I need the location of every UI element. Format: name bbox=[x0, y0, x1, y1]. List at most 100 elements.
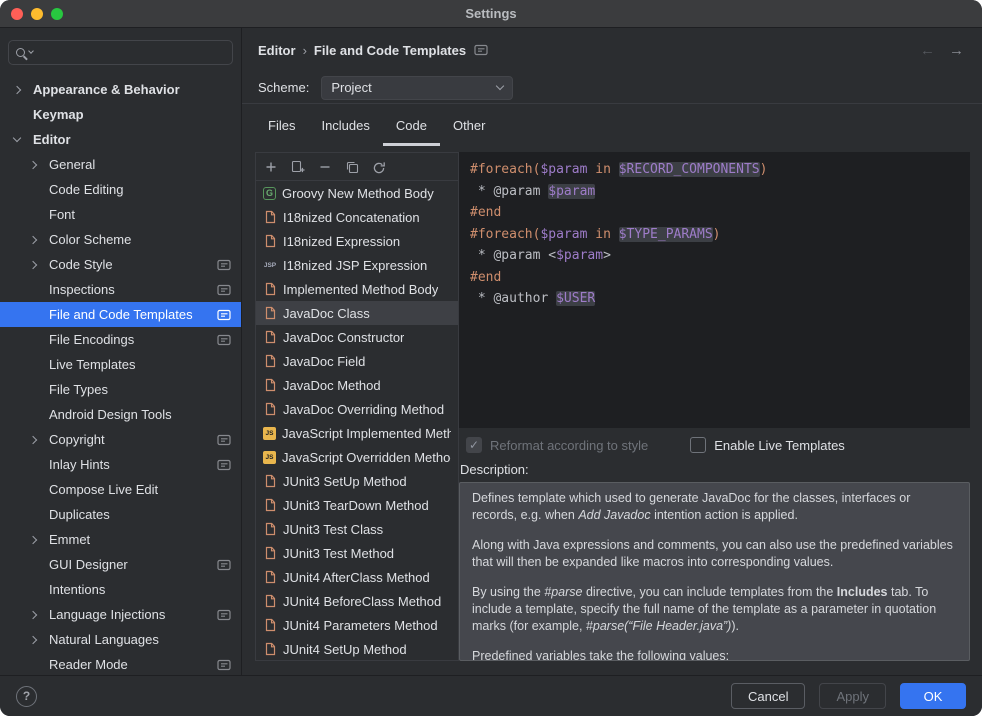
tab-code[interactable]: Code bbox=[383, 104, 440, 146]
chevron-right-icon[interactable] bbox=[30, 537, 49, 543]
sidebar-item-general[interactable]: General bbox=[0, 152, 241, 177]
template-item-junit3-test-class[interactable]: JUnit3 Test Class bbox=[256, 517, 458, 541]
enable-live-templates-checkbox[interactable] bbox=[690, 437, 706, 453]
description-text: Defines template which used to generate … bbox=[459, 482, 970, 661]
sidebar-item-file-encodings[interactable]: File Encodings bbox=[0, 327, 241, 352]
sidebar-item-label: Font bbox=[49, 207, 75, 222]
sidebar-item-label: Keymap bbox=[33, 107, 84, 122]
sidebar-item-intentions[interactable]: Intentions bbox=[0, 577, 241, 602]
template-code-editor[interactable]: #foreach($param in $RECORD_COMPONENTS) *… bbox=[459, 152, 970, 428]
template-item-junit3-test-method[interactable]: JUnit3 Test Method bbox=[256, 541, 458, 565]
template-item-i18nized-jsp-expression[interactable]: JSPI18nized JSP Expression bbox=[256, 253, 458, 277]
sidebar-item-inlay-hints[interactable]: Inlay Hints bbox=[0, 452, 241, 477]
chevron-right-icon[interactable] bbox=[30, 637, 49, 643]
sidebar-item-android-design-tools[interactable]: Android Design Tools bbox=[0, 402, 241, 427]
sidebar-item-natural-languages[interactable]: Natural Languages bbox=[0, 627, 241, 652]
sidebar-item-label: GUI Designer bbox=[49, 557, 128, 572]
template-item-i18nized-expression[interactable]: I18nized Expression bbox=[256, 229, 458, 253]
jsp-file-icon: JSP bbox=[263, 258, 277, 272]
template-item-junit4-afterclass-method[interactable]: JUnit4 AfterClass Method bbox=[256, 565, 458, 589]
sidebar-item-label: Live Templates bbox=[49, 357, 135, 372]
zoom-window-button[interactable] bbox=[51, 8, 63, 20]
screen-icon bbox=[211, 284, 231, 296]
enable-live-templates-label: Enable Live Templates bbox=[714, 438, 845, 453]
minimize-window-button[interactable] bbox=[31, 8, 43, 20]
settings-search-input[interactable] bbox=[38, 44, 225, 61]
sidebar-item-compose-live-edit[interactable]: Compose Live Edit bbox=[0, 477, 241, 502]
back-arrow-icon[interactable]: ← bbox=[920, 42, 935, 59]
template-item-implemented-method-body[interactable]: Implemented Method Body bbox=[256, 277, 458, 301]
template-item-junit3-setup-method[interactable]: JUnit3 SetUp Method bbox=[256, 469, 458, 493]
sidebar-item-language-injections[interactable]: Language Injections bbox=[0, 602, 241, 627]
template-item-javadoc-method[interactable]: JavaDoc Method bbox=[256, 373, 458, 397]
sidebar-item-label: File and Code Templates bbox=[49, 307, 193, 322]
sidebar-item-file-types[interactable]: File Types bbox=[0, 377, 241, 402]
sidebar-item-editor[interactable]: Editor bbox=[0, 127, 241, 152]
sidebar-item-font[interactable]: Font bbox=[0, 202, 241, 227]
template-item-javascript-overridden-method-body[interactable]: JSJavaScript Overridden Method Body bbox=[256, 445, 458, 469]
chevron-right-icon[interactable] bbox=[30, 262, 49, 268]
screen-icon bbox=[211, 559, 231, 571]
settings-search-field[interactable] bbox=[8, 40, 233, 65]
code-line: * @param $param bbox=[470, 181, 970, 203]
reformat-checkbox[interactable] bbox=[466, 437, 482, 453]
sidebar-item-file-and-code-templates[interactable]: File and Code Templates bbox=[0, 302, 241, 327]
chevron-right-icon[interactable] bbox=[30, 437, 49, 443]
sidebar-item-label: Android Design Tools bbox=[49, 407, 172, 422]
sidebar-item-label: Code Editing bbox=[49, 182, 123, 197]
cancel-button[interactable]: Cancel bbox=[731, 683, 805, 709]
template-item-junit3-teardown-method[interactable]: JUnit3 TearDown Method bbox=[256, 493, 458, 517]
code-line: #end bbox=[470, 202, 970, 224]
chevron-right-icon[interactable] bbox=[30, 237, 49, 243]
copy-template-icon[interactable] bbox=[344, 159, 360, 175]
description-paragraph: By using the #parse directive, you can i… bbox=[472, 584, 957, 635]
template-item-javascript-implemented-method-body[interactable]: JSJavaScript Implemented Method Body bbox=[256, 421, 458, 445]
sidebar-item-duplicates[interactable]: Duplicates bbox=[0, 502, 241, 527]
help-button[interactable]: ? bbox=[16, 686, 37, 707]
chevron-down-icon[interactable] bbox=[14, 138, 33, 141]
sidebar-item-keymap[interactable]: Keymap bbox=[0, 102, 241, 127]
forward-arrow-icon[interactable]: → bbox=[949, 42, 964, 59]
sidebar-item-copyright[interactable]: Copyright bbox=[0, 427, 241, 452]
close-window-button[interactable] bbox=[11, 8, 23, 20]
search-history-chevron-icon[interactable] bbox=[28, 48, 34, 54]
apply-button[interactable]: Apply bbox=[819, 683, 886, 709]
sidebar-item-color-scheme[interactable]: Color Scheme bbox=[0, 227, 241, 252]
sidebar-item-reader-mode[interactable]: Reader Mode bbox=[0, 652, 241, 675]
tab-includes[interactable]: Includes bbox=[308, 104, 382, 146]
sidebar-item-gui-designer[interactable]: GUI Designer bbox=[0, 552, 241, 577]
template-item-label: JUnit3 Test Class bbox=[283, 522, 383, 537]
sidebar-item-inspections[interactable]: Inspections bbox=[0, 277, 241, 302]
sidebar-item-label: File Types bbox=[49, 382, 108, 397]
remove-template-icon[interactable] bbox=[317, 159, 333, 175]
template-file-icon bbox=[263, 282, 277, 296]
sidebar-item-emmet[interactable]: Emmet bbox=[0, 527, 241, 552]
template-item-junit4-parameters-method[interactable]: JUnit4 Parameters Method bbox=[256, 613, 458, 637]
breadcrumb-editor[interactable]: Editor bbox=[258, 43, 296, 58]
template-item-i18nized-concatenation[interactable]: I18nized Concatenation bbox=[256, 205, 458, 229]
window-title: Settings bbox=[465, 6, 516, 21]
template-item-groovy-new-method-body[interactable]: GGroovy New Method Body bbox=[256, 181, 458, 205]
tab-other[interactable]: Other bbox=[440, 104, 499, 146]
chevron-right-icon[interactable] bbox=[14, 87, 33, 93]
template-item-javadoc-class[interactable]: JavaDoc Class bbox=[256, 301, 458, 325]
tab-files[interactable]: Files bbox=[255, 104, 308, 146]
ok-button[interactable]: OK bbox=[900, 683, 966, 709]
add-template-icon[interactable] bbox=[263, 159, 279, 175]
template-item-javadoc-field[interactable]: JavaDoc Field bbox=[256, 349, 458, 373]
chevron-right-icon[interactable] bbox=[30, 612, 49, 618]
template-item-junit4-setup-method[interactable]: JUnit4 SetUp Method bbox=[256, 637, 458, 660]
sidebar-item-code-editing[interactable]: Code Editing bbox=[0, 177, 241, 202]
template-item-javadoc-constructor[interactable]: JavaDoc Constructor bbox=[256, 325, 458, 349]
settings-tree: Appearance & Behavior Keymap EditorGeneral… bbox=[0, 71, 241, 675]
scheme-dropdown[interactable]: Project bbox=[321, 76, 513, 100]
template-item-javadoc-overriding-method[interactable]: JavaDoc Overriding Method bbox=[256, 397, 458, 421]
sidebar-item-appearance-behavior[interactable]: Appearance & Behavior bbox=[0, 77, 241, 102]
sidebar-item-live-templates[interactable]: Live Templates bbox=[0, 352, 241, 377]
sidebar-item-code-style[interactable]: Code Style bbox=[0, 252, 241, 277]
chevron-right-icon[interactable] bbox=[30, 162, 49, 168]
reset-to-default-icon[interactable] bbox=[371, 159, 387, 175]
code-line: #foreach($param in $TYPE_PARAMS) bbox=[470, 224, 970, 246]
template-item-junit4-beforeclass-method[interactable]: JUnit4 BeforeClass Method bbox=[256, 589, 458, 613]
create-child-template-icon[interactable] bbox=[290, 159, 306, 175]
